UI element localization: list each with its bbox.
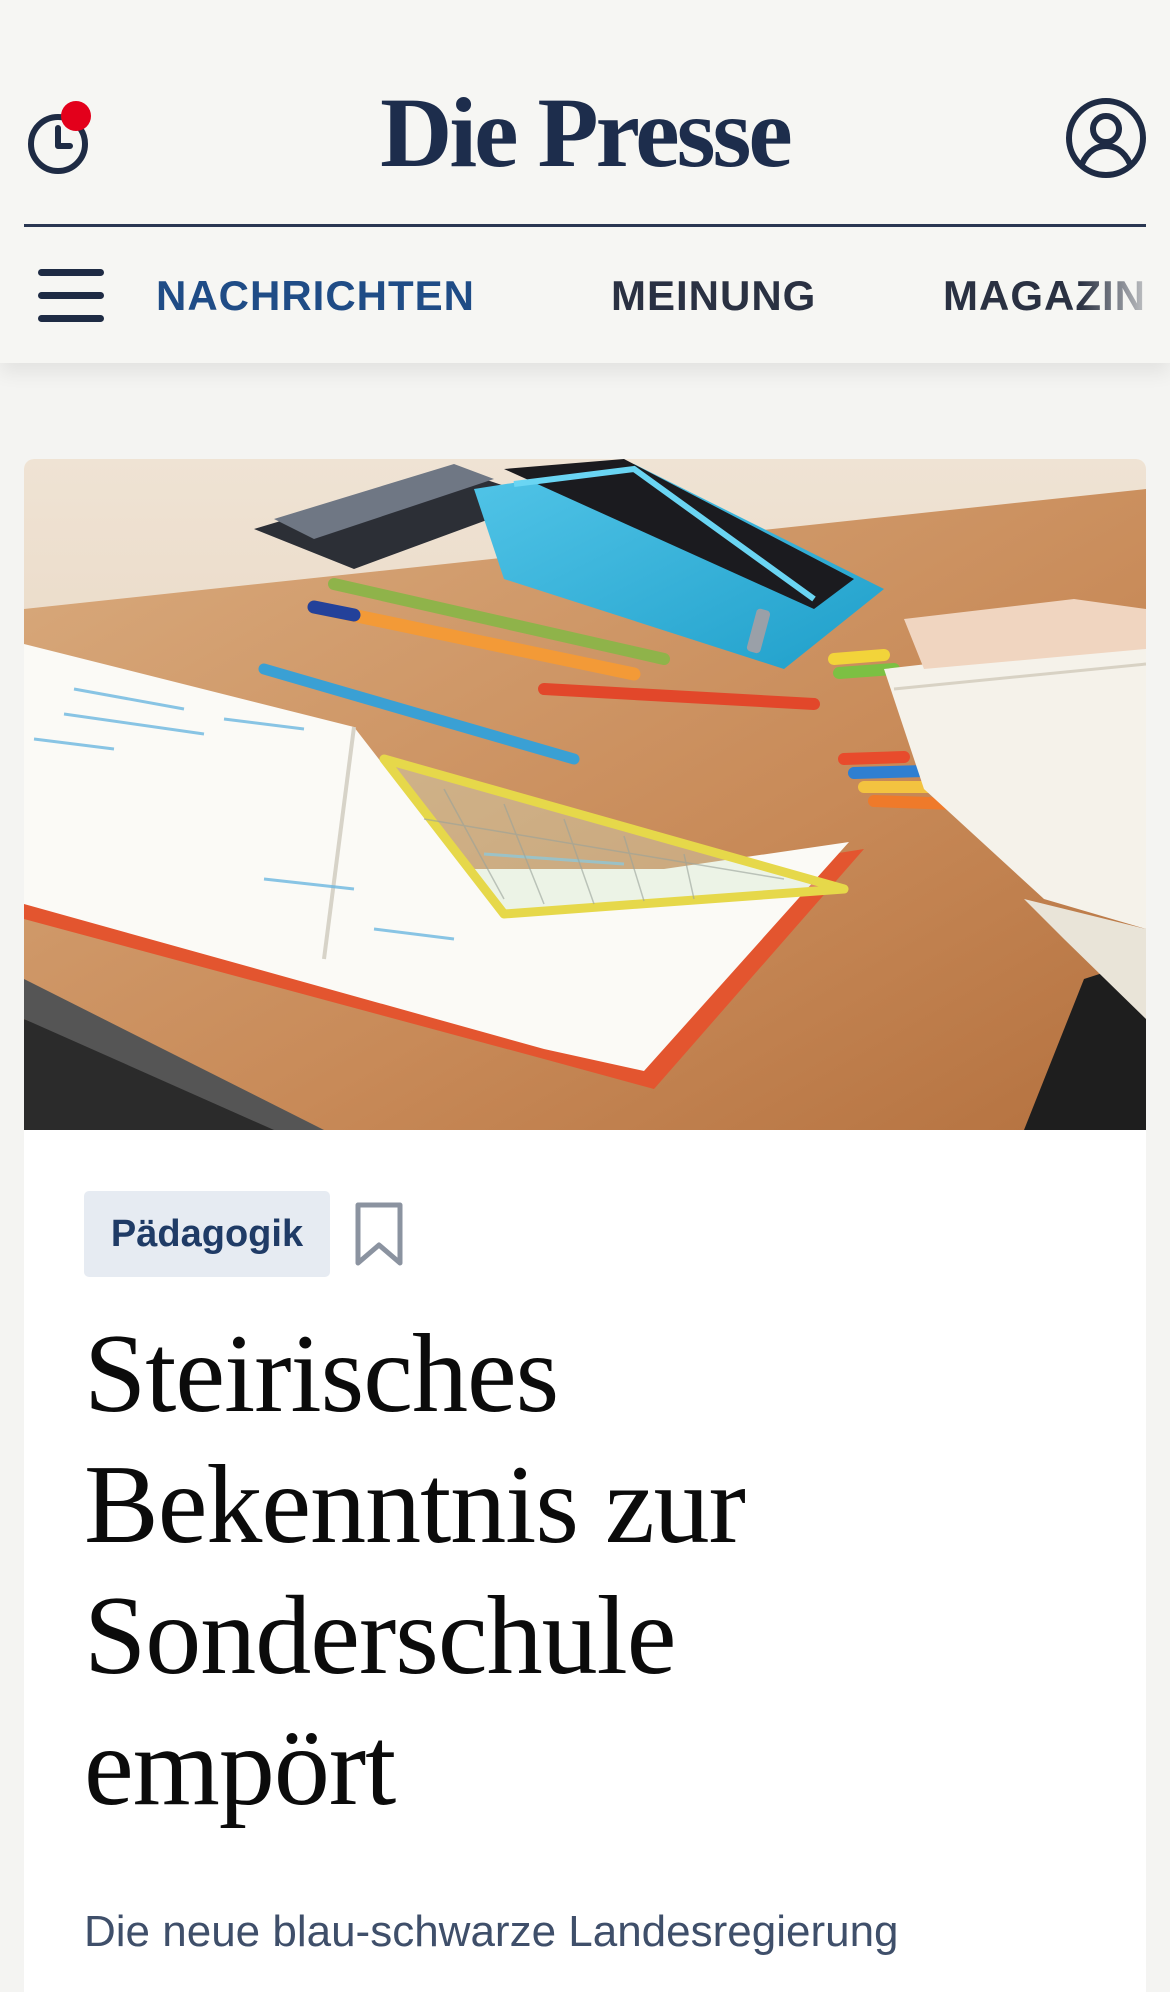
headline-line: Sonderschule bbox=[84, 1574, 676, 1698]
profile-button[interactable] bbox=[1064, 96, 1148, 180]
nav-item-magazin[interactable]: MAGAZIN bbox=[943, 271, 1146, 321]
hamburger-menu-icon[interactable] bbox=[38, 269, 106, 325]
article-headline[interactable]: Steirisches Bekenntnis zur Sonderschule … bbox=[84, 1309, 1084, 1833]
top-bar: Die Presse bbox=[0, 0, 1170, 226]
section-nav: NACHRICHTEN MEINUNG MAGAZIN bbox=[0, 227, 1170, 363]
headline-line: empört bbox=[84, 1705, 396, 1829]
category-tag[interactable]: Pädagogik bbox=[84, 1191, 330, 1277]
article-lead: Die neue blau-schwarze Landesregierung bbox=[84, 1907, 899, 1956]
article-card[interactable]: Pädagogik Steirisches Bekenntnis zur Son… bbox=[24, 459, 1146, 1992]
headline-line: Bekenntnis zur bbox=[84, 1443, 746, 1567]
bookmark-icon[interactable] bbox=[352, 1201, 406, 1269]
site-header: Die Presse NACHRICHTEN MEINUNG MAGAZIN bbox=[0, 0, 1170, 363]
user-icon bbox=[1066, 98, 1146, 178]
article-hero-image[interactable] bbox=[24, 459, 1146, 1130]
headline-line: Steirisches bbox=[84, 1312, 559, 1436]
nav-item-nachrichten[interactable]: NACHRICHTEN bbox=[156, 271, 475, 321]
site-logo[interactable]: Die Presse bbox=[0, 78, 1170, 188]
nav-item-meinung[interactable]: MEINUNG bbox=[611, 271, 816, 321]
